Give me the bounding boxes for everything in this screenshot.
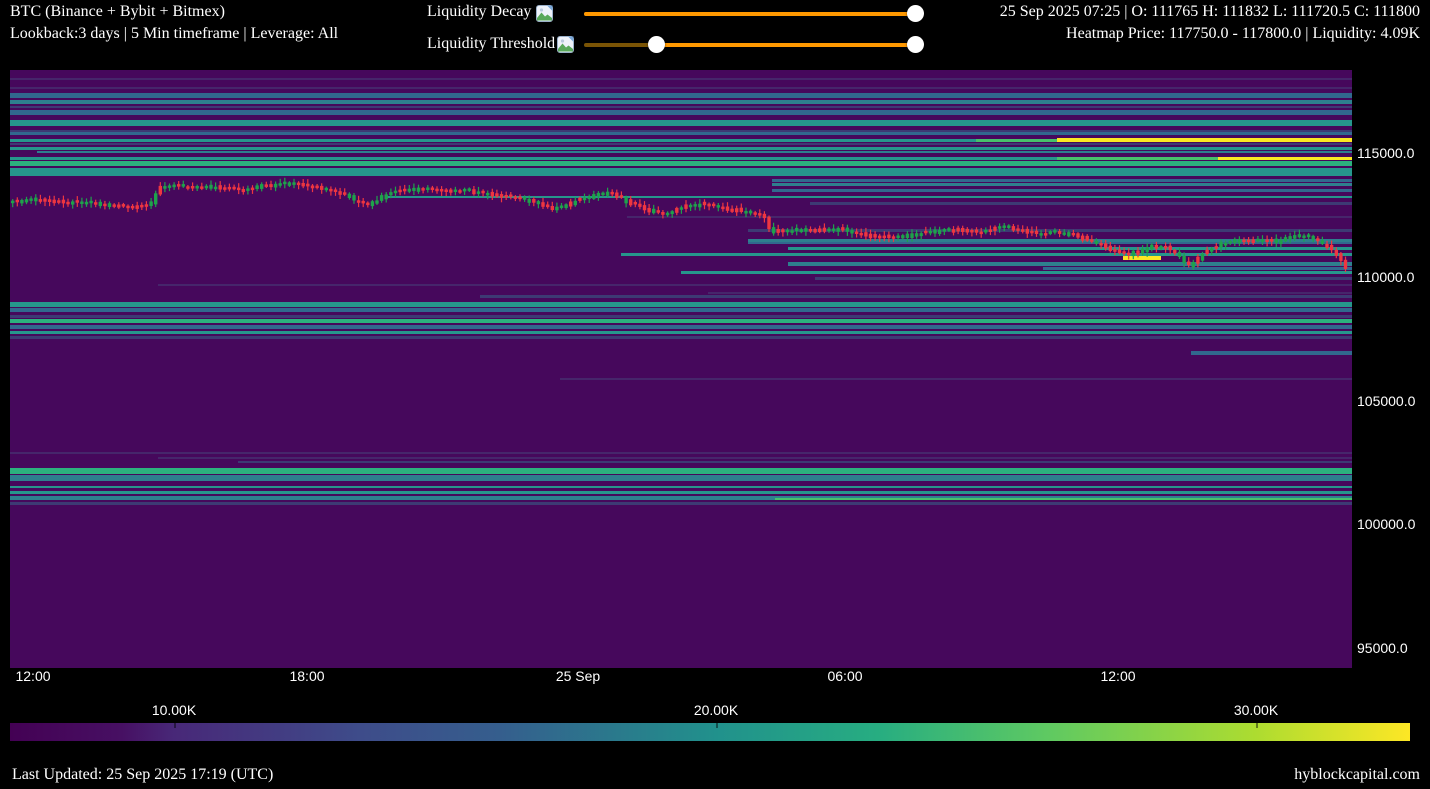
- colorbar-tick-label: 10.00K: [152, 702, 196, 718]
- price-tick-label: 95000.0: [1357, 640, 1427, 656]
- liquidity-threshold-label: Liquidity Threshold: [427, 35, 555, 53]
- chart-title: BTC (Binance + Bybit + Bitmex): [10, 3, 225, 21]
- time-tick-label: 25 Sep: [556, 668, 600, 684]
- ohlc-readout: 25 Sep 2025 07:25 | O: 111765 H: 111832 …: [1000, 3, 1420, 21]
- price-tick-label: 105000.0: [1357, 393, 1427, 409]
- time-tick-label: 12:00: [1100, 668, 1135, 684]
- colorbar-tick-mark: [716, 723, 718, 728]
- threshold-track-fill: [657, 43, 916, 47]
- colorbar-tick-mark: [1256, 723, 1258, 728]
- candlestick-layer: [10, 70, 1352, 668]
- image-placeholder-icon: [536, 5, 553, 27]
- colorbar-tick-label: 20.00K: [694, 702, 738, 718]
- colorbar-tick-mark: [174, 723, 176, 728]
- image-placeholder-icon: [557, 36, 574, 58]
- liquidity-colorbar: [10, 723, 1410, 741]
- liquidity-decay-slider[interactable]: [584, 12, 916, 16]
- last-updated-text: Last Updated: 25 Sep 2025 17:19 (UTC): [12, 766, 273, 784]
- chart-subtitle: Lookback:3 days | 5 Min timeframe | Leve…: [10, 25, 338, 43]
- time-tick-label: 06:00: [827, 668, 862, 684]
- time-tick-label: 18:00: [289, 668, 324, 684]
- heatmap-hover-readout: Heatmap Price: 117750.0 - 117800.0 | Liq…: [1066, 25, 1420, 43]
- liquidity-decay-handle[interactable]: [907, 5, 924, 22]
- price-tick-label: 100000.0: [1357, 516, 1427, 532]
- heatmap-plot[interactable]: [10, 70, 1352, 668]
- price-tick-label: 115000.0: [1357, 145, 1427, 161]
- liquidity-threshold-slider[interactable]: [584, 43, 916, 47]
- liquidity-threshold-low-handle[interactable]: [648, 36, 665, 53]
- time-tick-label: 12:00: [15, 668, 50, 684]
- colorbar-tick-label: 30.00K: [1234, 702, 1278, 718]
- site-watermark: hyblockcapital.com: [1294, 766, 1420, 784]
- liquidity-threshold-high-handle[interactable]: [907, 36, 924, 53]
- decay-track-fill: [584, 12, 916, 16]
- price-tick-label: 110000.0: [1357, 269, 1427, 285]
- liquidity-decay-label: Liquidity Decay: [427, 3, 531, 21]
